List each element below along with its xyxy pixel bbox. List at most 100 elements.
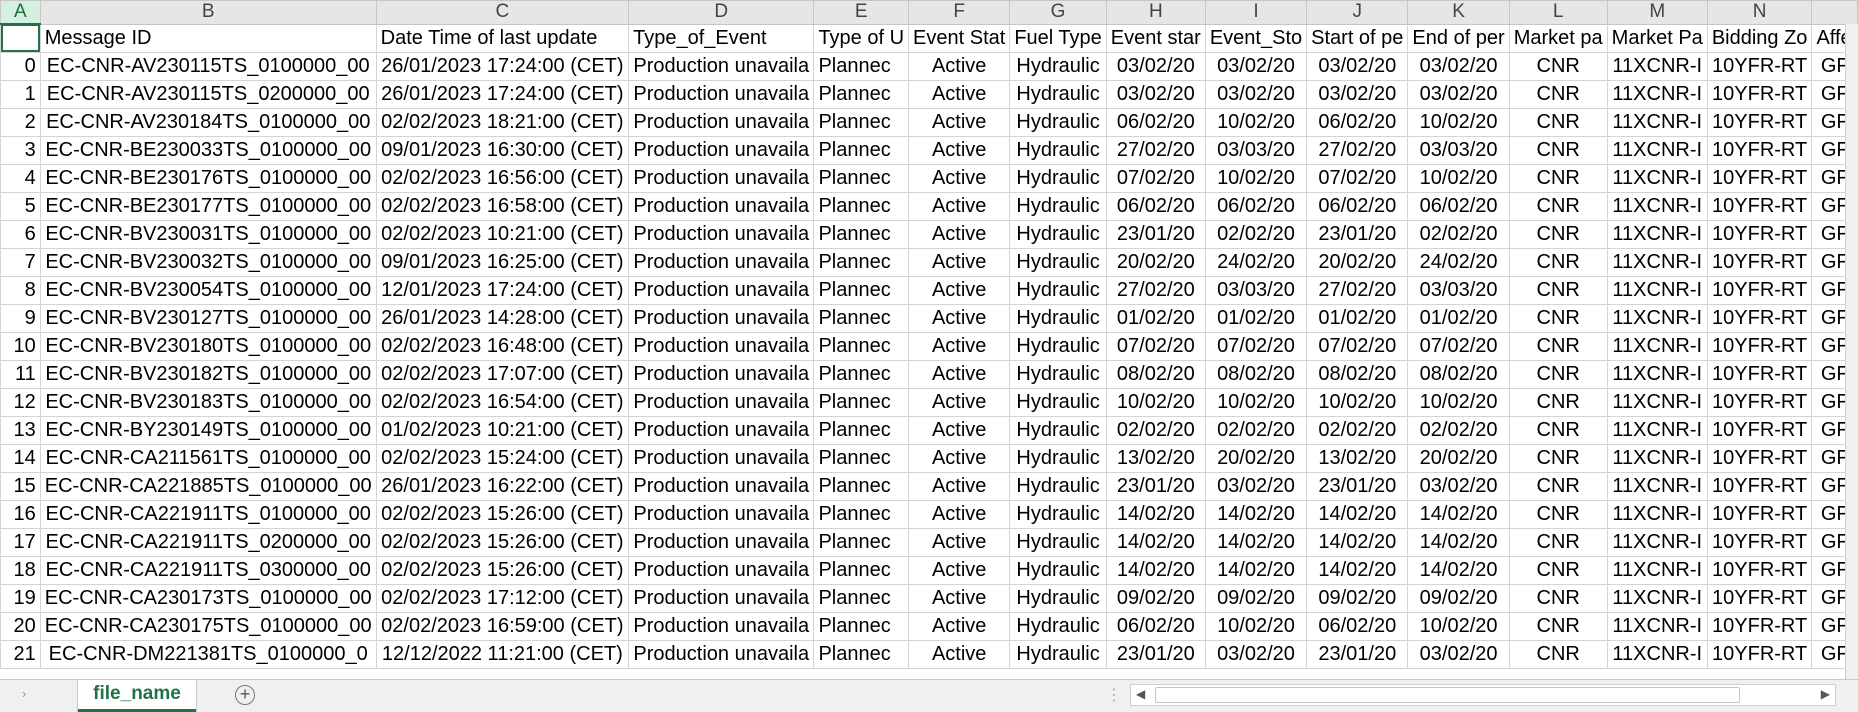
- table-cell[interactable]: 10YFR-RT: [1706, 387, 1813, 417]
- row-index-cell[interactable]: 20: [0, 611, 41, 641]
- table-cell[interactable]: Production unavaila: [628, 107, 815, 137]
- table-cell[interactable]: Plannec: [813, 247, 910, 277]
- scroll-right-arrow-icon[interactable]: ▶: [1821, 687, 1830, 701]
- table-cell[interactable]: CNR: [1508, 135, 1608, 165]
- table-cell[interactable]: CNR: [1508, 611, 1608, 641]
- row-index-cell[interactable]: 5: [0, 191, 41, 221]
- table-cell[interactable]: Plannec: [813, 359, 910, 389]
- table-cell[interactable]: Hydraulic: [1009, 387, 1107, 417]
- table-cell[interactable]: Production unavaila: [628, 359, 815, 389]
- column-header-cell[interactable]: Event star: [1105, 23, 1206, 53]
- table-cell[interactable]: Plannec: [813, 331, 910, 361]
- scroll-left-arrow-icon[interactable]: ◀: [1136, 687, 1145, 701]
- table-cell[interactable]: 11XCNR-I: [1606, 247, 1708, 277]
- column-header-cell[interactable]: Market pa: [1508, 23, 1608, 53]
- table-cell[interactable]: 11XCNR-I: [1606, 359, 1708, 389]
- table-cell[interactable]: Active: [908, 415, 1011, 445]
- table-cell[interactable]: EC-CNR-DM221381TS_0100000_0: [39, 639, 377, 669]
- table-cell[interactable]: 03/02/20: [1407, 471, 1510, 501]
- table-cell[interactable]: 07/02/20: [1407, 331, 1510, 361]
- table-cell[interactable]: 11XCNR-I: [1606, 611, 1708, 641]
- table-cell[interactable]: 02/02/2023 15:26:00 (CET): [375, 499, 630, 529]
- table-cell[interactable]: 02/02/2023 10:21:00 (CET): [375, 219, 630, 249]
- table-cell[interactable]: CNR: [1508, 555, 1608, 585]
- table-cell[interactable]: Active: [908, 471, 1011, 501]
- table-cell[interactable]: 23/01/20: [1105, 639, 1206, 669]
- table-cell[interactable]: Active: [908, 191, 1011, 221]
- table-cell[interactable]: 06/02/20: [1105, 191, 1206, 221]
- row-index-cell[interactable]: 1: [0, 79, 41, 109]
- table-cell[interactable]: Production unavaila: [628, 51, 815, 81]
- row-index-cell[interactable]: 19: [0, 583, 41, 613]
- table-cell[interactable]: 12/12/2022 11:21:00 (CET): [375, 639, 630, 669]
- table-cell[interactable]: EC-CNR-BV230032TS_0100000_00: [39, 247, 377, 277]
- table-cell[interactable]: 11XCNR-I: [1606, 387, 1708, 417]
- table-cell[interactable]: 20/02/20: [1105, 247, 1206, 277]
- column-letter-header[interactable]: E: [813, 0, 910, 25]
- table-cell[interactable]: 11XCNR-I: [1606, 471, 1708, 501]
- table-cell[interactable]: 06/02/20: [1306, 611, 1409, 641]
- table-cell[interactable]: 20/02/20: [1306, 247, 1409, 277]
- table-cell[interactable]: 26/01/2023 17:24:00 (CET): [375, 51, 630, 81]
- table-cell[interactable]: 09/02/20: [1105, 583, 1206, 613]
- table-cell[interactable]: 08/02/20: [1407, 359, 1510, 389]
- table-cell[interactable]: 10YFR-RT: [1706, 359, 1813, 389]
- table-cell[interactable]: 10YFR-RT: [1706, 163, 1813, 193]
- table-cell[interactable]: 10YFR-RT: [1706, 219, 1813, 249]
- table-cell[interactable]: 10YFR-RT: [1706, 583, 1813, 613]
- table-cell[interactable]: 10YFR-RT: [1706, 331, 1813, 361]
- table-cell[interactable]: 12/01/2023 17:24:00 (CET): [375, 275, 630, 305]
- table-cell[interactable]: 27/02/20: [1306, 275, 1409, 305]
- table-cell[interactable]: 08/02/20: [1105, 359, 1206, 389]
- table-cell[interactable]: Active: [908, 107, 1011, 137]
- table-cell[interactable]: 10YFR-RT: [1706, 51, 1813, 81]
- table-cell[interactable]: 03/02/20: [1407, 639, 1510, 669]
- spreadsheet-grid[interactable]: ABCDEFGHIJKLMN Message ID Date Time of la…: [0, 0, 1858, 679]
- table-cell[interactable]: EC-CNR-AV230184TS_0100000_00: [39, 107, 377, 137]
- table-cell[interactable]: Plannec: [813, 611, 910, 641]
- table-cell[interactable]: Production unavaila: [628, 499, 815, 529]
- table-cell[interactable]: 10YFR-RT: [1706, 79, 1813, 109]
- row-index-cell[interactable]: 8: [0, 275, 41, 305]
- table-cell[interactable]: CNR: [1508, 107, 1608, 137]
- table-cell[interactable]: 09/01/2023 16:25:00 (CET): [375, 247, 630, 277]
- row-index-cell[interactable]: 2: [0, 107, 41, 137]
- table-cell[interactable]: EC-CNR-CA211561TS_0100000_00: [39, 443, 377, 473]
- table-cell[interactable]: Hydraulic: [1009, 191, 1107, 221]
- table-cell[interactable]: EC-CNR-CA221885TS_0100000_00: [39, 471, 377, 501]
- row-index-cell[interactable]: 0: [0, 51, 41, 81]
- table-cell[interactable]: Active: [908, 639, 1011, 669]
- table-cell[interactable]: 06/02/20: [1105, 611, 1206, 641]
- table-cell[interactable]: 27/02/20: [1105, 275, 1206, 305]
- table-cell[interactable]: 02/02/2023 15:24:00 (CET): [375, 443, 630, 473]
- table-cell[interactable]: 27/02/20: [1105, 135, 1206, 165]
- table-cell[interactable]: Hydraulic: [1009, 639, 1107, 669]
- table-cell[interactable]: Plannec: [813, 79, 910, 109]
- table-cell[interactable]: Plannec: [813, 471, 910, 501]
- table-cell[interactable]: Plannec: [813, 191, 910, 221]
- table-cell[interactable]: Plannec: [813, 583, 910, 613]
- table-cell[interactable]: 11XCNR-I: [1606, 415, 1708, 445]
- table-cell[interactable]: 11XCNR-I: [1606, 555, 1708, 585]
- table-cell[interactable]: Hydraulic: [1009, 51, 1107, 81]
- table-cell[interactable]: 10YFR-RT: [1706, 555, 1813, 585]
- row-index-cell[interactable]: 4: [0, 163, 41, 193]
- table-cell[interactable]: Active: [908, 331, 1011, 361]
- table-cell[interactable]: Production unavaila: [628, 275, 815, 305]
- table-cell[interactable]: Production unavaila: [628, 219, 815, 249]
- table-cell[interactable]: CNR: [1508, 499, 1608, 529]
- table-cell[interactable]: Hydraulic: [1009, 135, 1107, 165]
- column-letter-header[interactable]: B: [39, 0, 377, 25]
- table-cell[interactable]: 10/02/20: [1306, 387, 1409, 417]
- horizontal-scroll-thumb[interactable]: [1155, 687, 1740, 703]
- column-header-cell[interactable]: Fuel Type: [1009, 23, 1107, 53]
- table-cell[interactable]: Active: [908, 611, 1011, 641]
- table-cell[interactable]: 02/02/2023 15:26:00 (CET): [375, 527, 630, 557]
- table-cell[interactable]: Plannec: [813, 443, 910, 473]
- table-cell[interactable]: Active: [908, 583, 1011, 613]
- table-cell[interactable]: 10/02/20: [1407, 107, 1510, 137]
- table-cell[interactable]: 11XCNR-I: [1606, 135, 1708, 165]
- table-cell[interactable]: 10/02/20: [1204, 163, 1308, 193]
- table-cell[interactable]: CNR: [1508, 387, 1608, 417]
- table-cell[interactable]: EC-CNR-BV230054TS_0100000_00: [39, 275, 377, 305]
